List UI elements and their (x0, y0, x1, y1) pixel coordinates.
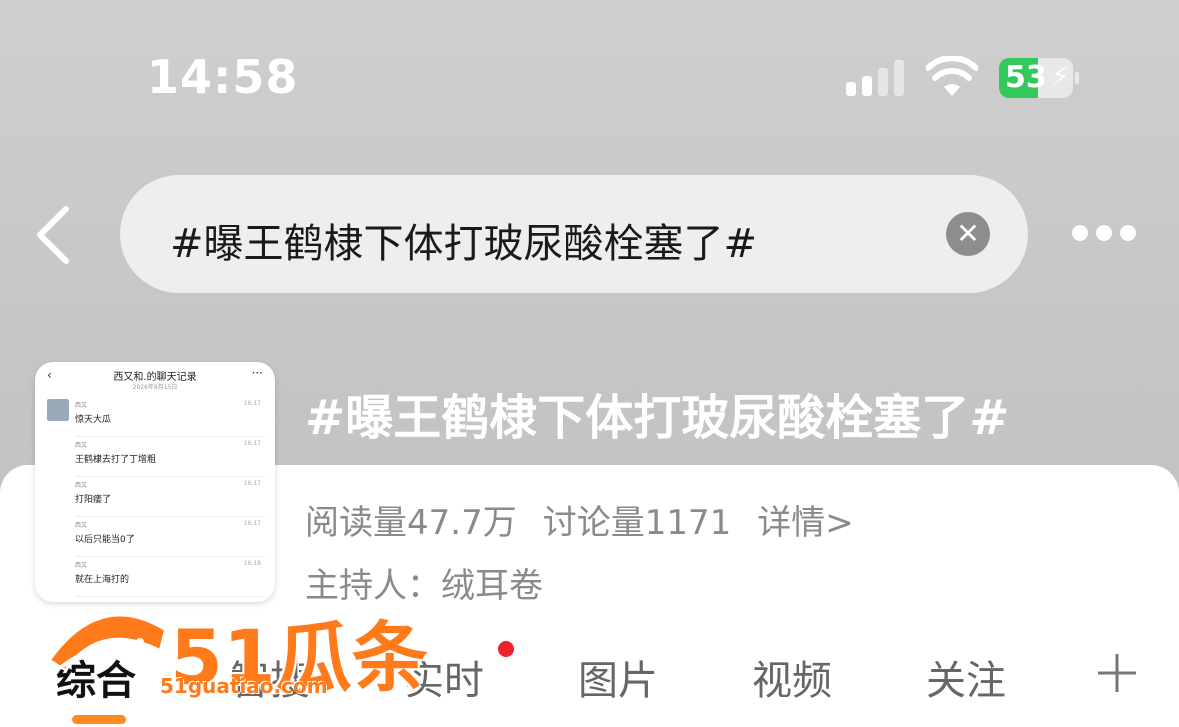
battery-level: 53 (1005, 60, 1047, 95)
msg-text: 王鹤棣去打了丁增粗 (75, 455, 157, 465)
cellular-signal-icon (846, 60, 904, 96)
charging-icon: ⚡ (1051, 62, 1070, 92)
msg-name: 西又 (75, 402, 88, 409)
msg-time: 16:17 (243, 400, 261, 407)
notification-dot (498, 641, 514, 657)
msg-name: 西又 (75, 562, 88, 569)
thumb-header: 西又和.的聊天记录 (113, 372, 197, 383)
wifi-icon (926, 56, 978, 96)
thumb-more-icon: ··· (251, 366, 263, 380)
msg-name: 西又 (75, 522, 88, 529)
list-item: 西又 16:17 打阳痿了 (75, 478, 265, 517)
clear-icon[interactable]: ✕ (946, 212, 990, 256)
battery-icon: 53 ⚡ (999, 58, 1079, 98)
msg-text: 打阳痿了 (75, 495, 112, 505)
msg-name: 西又 (75, 442, 88, 449)
list-item: 西又 16:17 以后只能当0了 (75, 518, 265, 557)
active-tab-indicator (72, 715, 126, 724)
topic-thumbnail[interactable]: ‹ 西又和.的聊天记录 2026年9月15日 ··· 西又 16:17 惊天大瓜… (35, 362, 275, 602)
list-item: 西又 16:17 王鹤棣去打了丁增粗 (75, 438, 265, 477)
msg-time: 16:18 (243, 560, 261, 567)
msg-time: 16:17 (243, 440, 261, 447)
msg-text: 就在上海打的 (75, 575, 130, 585)
msg-name: 西又 (75, 482, 88, 489)
more-horizontal-icon[interactable] (1068, 221, 1140, 245)
msg-text: 惊天大瓜 (75, 415, 112, 425)
tab-videos[interactable]: 视频 (752, 648, 832, 706)
chevron-left-icon[interactable] (30, 205, 80, 265)
plus-icon[interactable] (1096, 652, 1138, 694)
topic-title: #曝王鹤棣下体打玻尿酸栓塞了# (305, 390, 1010, 446)
details-link[interactable]: 详情> (757, 503, 854, 543)
read-count: 阅读量47.7万 (305, 503, 517, 543)
topic-stats: 阅读量47.7万 讨论量1171 详情> (305, 495, 880, 544)
status-time: 14:58 (147, 50, 299, 104)
msg-time: 16:17 (243, 520, 261, 527)
search-input[interactable]: #曝王鹤棣下体打玻尿酸栓塞了# ✕ (120, 175, 1028, 293)
watermark-url: 51guatiao.com (160, 674, 328, 698)
avatar (47, 399, 69, 421)
search-query: #曝王鹤棣下体打玻尿酸栓塞了# (170, 221, 758, 267)
msg-time: 16:17 (243, 480, 261, 487)
tab-following[interactable]: 关注 (926, 648, 1006, 706)
tab-images[interactable]: 图片 (578, 648, 658, 706)
discussion-count: 讨论量1171 (542, 503, 732, 543)
msg-text: 以后只能当0了 (75, 535, 135, 545)
thumb-date: 2026年9月15日 (132, 384, 178, 391)
list-item: 西又 16:17 惊天大瓜 (75, 398, 265, 437)
